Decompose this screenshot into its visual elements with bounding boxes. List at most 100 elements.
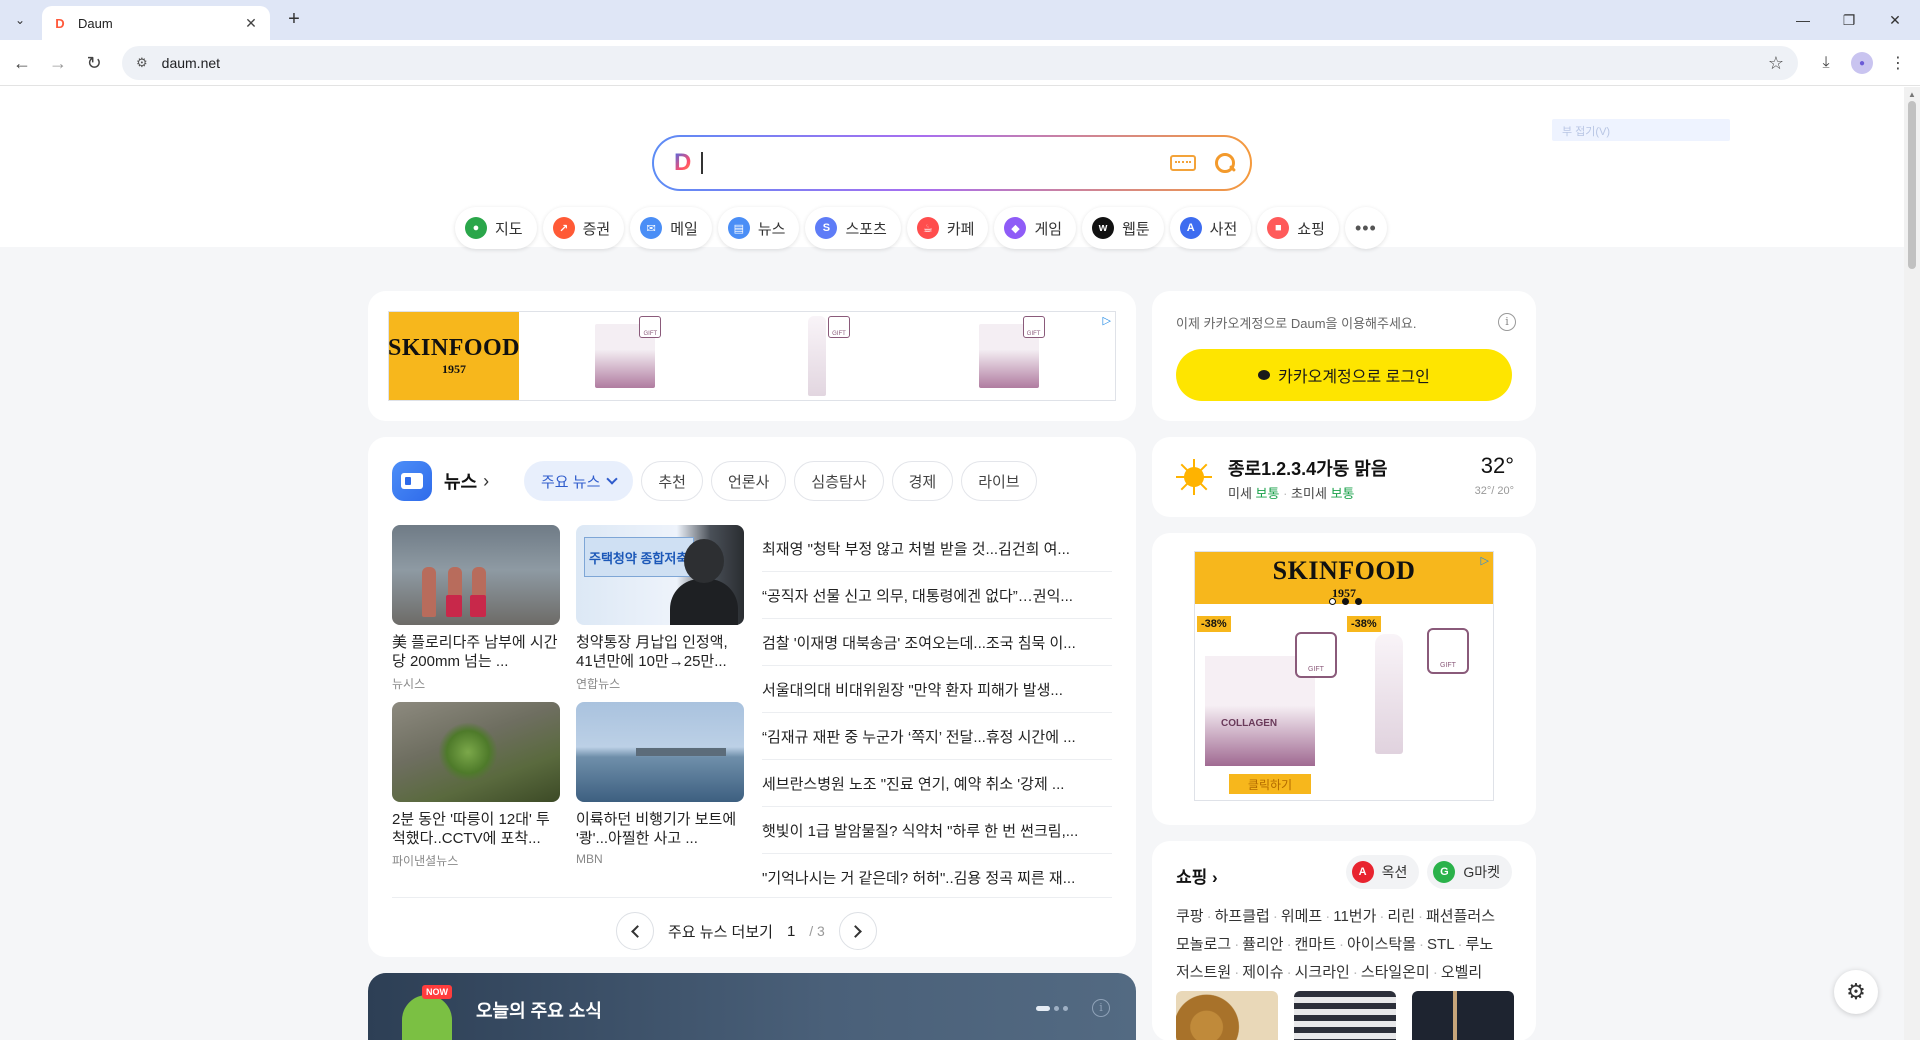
shop-link[interactable]: 모놀로그 [1176,936,1231,953]
shop-link[interactable]: 아이스탁몰 [1347,936,1416,953]
product-image-sweater[interactable] [1294,991,1396,1040]
shop-link[interactable]: 저스트원 [1176,964,1231,981]
headline-item[interactable]: “김재규 재판 중 누군가 ‘쪽지’ 전달...휴정 시간에 ... [762,713,1112,760]
headline-item[interactable]: 햇빛이 1급 발암물질? 식약처 "하루 한 번 썬크림,... [762,807,1112,854]
chip-top-news[interactable]: 주요 뉴스 [524,461,634,501]
next-page-button[interactable] [838,912,877,950]
service-map[interactable]: ● 지도 [455,207,537,249]
click-here-button[interactable]: 클릭하기 [1229,774,1311,794]
product-image-kiwi[interactable] [1176,991,1278,1040]
keyboard-icon[interactable] [1170,155,1196,171]
shop-link[interactable]: 스타일온미 [1361,964,1430,981]
forward-icon[interactable]: → [44,49,72,77]
collagen-tube-image: GIFT [807,316,850,396]
headline-item[interactable]: 검찰 '이재명 대북송금' 조여오는데...조국 침묵 이... [762,619,1112,666]
browser-tab[interactable]: D Daum ✕ [42,6,270,40]
settings-gear-button[interactable]: ⚙ [1834,970,1878,1014]
news-thumb-item[interactable]: 주택청약 종합저축 청약통장 月납입 인정액, 41년만에 10만→25만...… [576,525,744,692]
skinfood-banner-ad[interactable]: SKINFOOD 1957 GIFT GIFT GIFT ▷ [388,311,1116,401]
service-shopping[interactable]: ■ 쇼핑 [1257,207,1339,249]
brand-auction[interactable]: A 옥션 [1345,855,1420,889]
more-services-button[interactable]: ••• [1344,207,1387,249]
service-mail[interactable]: ✉ 메일 [630,207,712,249]
address-bar[interactable]: ⚙ daum.net ☆ [122,46,1798,80]
minimize-icon[interactable]: — [1780,0,1826,40]
kakao-login-button[interactable]: 카카오계정으로 로그인 [1176,349,1512,401]
shop-link[interactable]: 캔마트 [1295,936,1336,953]
info-icon[interactable]: i [1092,999,1110,1017]
shop-link[interactable]: 제이슈 [1242,964,1283,981]
news-thumb-item[interactable]: 美 플로리다주 남부에 시간당 200mm 넘는 ... 뉴시스 [392,525,560,692]
profile-avatar[interactable]: ● [1851,52,1873,74]
shopping-title[interactable]: 쇼핑 › [1176,863,1218,888]
today-news-card[interactable]: NOW 오늘의 주요 소식 i [368,973,1136,1040]
headline-item[interactable]: “공직자 선물 신고 의무, 대통령에겐 없다”…권익... [762,572,1112,619]
scroll-up-icon[interactable]: ▲ [1908,90,1916,99]
service-game[interactable]: ◆ 게임 [994,207,1077,249]
chip-economy[interactable]: 경제 [891,461,954,501]
shop-link[interactable]: 하프클럽 [1215,908,1270,925]
auction-icon: A [1351,861,1374,883]
shop-link[interactable]: 루노 [1466,936,1494,953]
service-sports[interactable]: S 스포츠 [805,207,901,249]
weather-location: 종로1.2.3.4가동 맑음 [1228,459,1388,479]
service-webtoon[interactable]: w 웹툰 [1082,207,1164,249]
search-input[interactable] [707,152,1170,174]
shop-link[interactable]: 패션플러스 [1426,908,1495,925]
site-info-icon[interactable]: ⚙ [136,55,148,71]
service-cafe[interactable]: ☕ 카페 [906,207,989,249]
reload-icon[interactable]: ↻ [80,49,108,77]
page-scrollbar[interactable]: ▲ [1904,87,1920,1040]
info-icon[interactable]: i [1498,313,1516,331]
shop-link[interactable]: 11번가 [1333,908,1376,925]
download-icon[interactable]: ⤓ [1812,49,1840,77]
daum-logo[interactable]: D [674,149,691,177]
news-header[interactable]: 뉴스 › [392,461,489,501]
adchoices-icon[interactable]: ▷ [1103,314,1111,327]
shop-link[interactable]: 시크라인 [1295,964,1350,981]
chip-label: 언론사 [727,473,770,491]
scrollbar-thumb[interactable] [1908,101,1916,269]
headline-item[interactable]: 세브란스병원 노조 "진료 연기, 예약 취소 '강제 ... [762,760,1112,807]
headline-item[interactable]: 최재영 "청탁 부정 않고 처벌 받을 것...김건희 여... [762,525,1112,572]
shop-link[interactable]: 오벨리 [1441,964,1482,981]
shop-link[interactable]: 리린 [1387,908,1415,925]
shop-link[interactable]: 위메프 [1281,908,1322,925]
chip-live[interactable]: 라이브 [961,461,1037,501]
close-window-icon[interactable]: ✕ [1872,0,1918,40]
search-box[interactable]: D [652,135,1252,191]
search-icon[interactable] [1214,152,1236,174]
headline-item[interactable]: 서울대의대 비대위원장 "만약 환자 피해가 발생... [762,666,1112,713]
more-news-link[interactable]: 주요 뉴스 더보기 [668,921,773,942]
news-thumb-item[interactable]: 2분 동안 '따릉이 12대' 투척했다..CCTV에 포착... 파이낸셜뉴스 [392,702,560,869]
new-tab-button[interactable]: + [282,8,306,32]
weather-card[interactable]: 종로1.2.3.4가동 맑음 미세 보통 · 초미세 보통 32° 32°/ 2… [1152,437,1536,517]
menu-kebab-icon[interactable]: ⋮ [1884,49,1912,77]
carousel-dots[interactable] [1329,598,1362,605]
shop-link[interactable]: 퓰리안 [1242,936,1283,953]
prev-page-button[interactable] [616,912,654,950]
product-image-jacket[interactable] [1412,991,1514,1040]
news-thumb-item[interactable]: 이륙하던 비행기가 보트에 '쾅'...아찔한 사고 ... MBN [576,702,744,869]
chip-in-depth[interactable]: 심층탐사 [794,461,884,501]
restore-icon[interactable]: ❐ [1826,0,1872,40]
shop-link[interactable]: STL [1427,936,1455,953]
service-stock[interactable]: ↗ 증권 [542,207,625,249]
current-temperature: 32° [1480,453,1514,478]
carousel-dots[interactable] [1036,1006,1068,1011]
skinfood-side-ad[interactable]: SKINFOOD 1957 ▷ -38% -38% COLLAGEN GIFT … [1194,551,1494,801]
chip-press[interactable]: 언론사 [710,461,787,501]
tab-search-button[interactable]: ⌄ [8,8,32,32]
chip-recommended[interactable]: 추천 [641,461,703,501]
headline-item[interactable]: "기억나시는 거 같은데? 허허"..김용 정곡 찌른 재... [762,854,1112,901]
service-news[interactable]: ▤ 뉴스 [717,207,800,249]
bookmark-star-icon[interactable]: ☆ [1768,53,1784,74]
service-dictionary[interactable]: A 사전 [1169,207,1252,249]
close-tab-icon[interactable]: ✕ [242,15,260,32]
back-icon[interactable]: ← [8,49,36,77]
ad-year: 1957 [442,362,466,376]
shop-link[interactable]: 쿠팡 [1176,908,1204,925]
chip-label: 라이브 [978,473,1020,491]
adchoices-icon[interactable]: ▷ [1481,554,1489,567]
brand-gmarket[interactable]: G G마켓 [1427,855,1512,889]
